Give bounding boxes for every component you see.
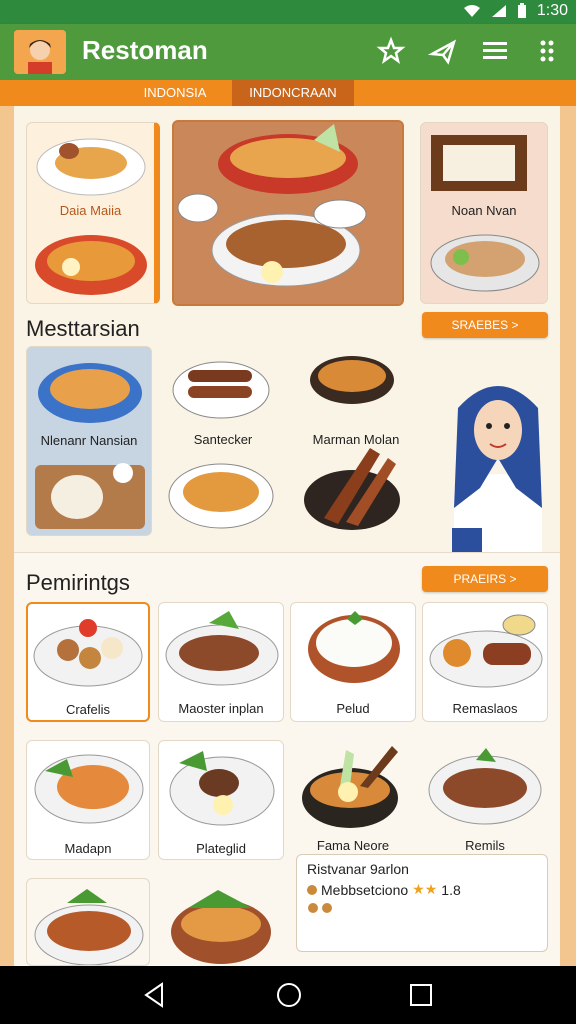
dish-label: Pelud: [336, 701, 370, 716]
signal-icon: [491, 5, 506, 17]
dish-label: Crafelis: [65, 702, 111, 717]
star-rating-icon: ★★: [412, 881, 438, 897]
tab-indoncraan[interactable]: INDONCRAAN: [232, 80, 354, 106]
food-illustration: [165, 611, 279, 686]
food-illustration: [428, 748, 542, 825]
dish-label: Nlenanr Nansian: [40, 433, 138, 448]
recents-icon[interactable]: [406, 980, 436, 1010]
dish-label: Plateglid: [196, 841, 246, 856]
dish-card[interactable]: Plateglid: [158, 740, 284, 860]
food-illustration: [34, 889, 144, 965]
food-icon: [307, 884, 317, 895]
food-illustration: [174, 122, 402, 304]
food-illustration: [169, 751, 275, 826]
dish-card[interactable]: Madapn: [26, 740, 150, 860]
review-card[interactable]: Ristvanar 9arlon Mebbsetciono ★★ 1.8: [296, 854, 548, 952]
dish-label: Marman Molan: [312, 432, 400, 447]
dish-label: Madapn: [64, 841, 112, 856]
dish-label: Fama Neore: [316, 838, 390, 852]
waitress-illustration: [452, 386, 542, 554]
featured-card[interactable]: Noan Nvan: [420, 122, 548, 304]
food-icon: [307, 901, 335, 920]
plane-icon[interactable]: [427, 36, 458, 66]
section-more-button[interactable]: PRAEIRS >: [422, 566, 548, 592]
dish-card[interactable]: Maoster inplan: [158, 602, 284, 722]
featured-card[interactable]: Daia Maiia: [26, 122, 160, 304]
tab-bar: INDONSIA INDONCRAAN: [0, 80, 576, 106]
food-illustration: [302, 746, 398, 828]
back-icon[interactable]: [140, 980, 170, 1010]
dish-label: Remils: [465, 838, 505, 852]
dish-card[interactable]: Pelud: [290, 602, 416, 722]
star-icon[interactable]: [376, 36, 406, 66]
dish-card[interactable]: [26, 878, 150, 966]
section-title: Mesttarsian: [26, 316, 140, 341]
status-time: 1:30: [536, 2, 568, 19]
navigation-bar: [0, 966, 576, 1024]
avatar[interactable]: [14, 30, 66, 74]
review-title: Ristvanar 9arlon: [307, 861, 409, 877]
more-icon[interactable]: [532, 36, 562, 66]
dish-card[interactable]: Santecker: [164, 346, 282, 536]
dish-card[interactable]: Crafelis: [26, 602, 150, 722]
dish-card[interactable]: Marman Molan: [296, 346, 416, 536]
dish-card[interactable]: Fama Neore: [290, 740, 416, 852]
food-illustration: [33, 619, 143, 687]
section-title: Pemirintgs: [26, 570, 130, 595]
food-illustration: [34, 754, 144, 824]
content-panel: Daia Maiia Noan Nvan Mesttarsian SRAEBES…: [14, 106, 560, 967]
featured-card-main[interactable]: [172, 120, 404, 306]
dish-label: Santecker: [193, 432, 253, 447]
menu-lines-icon[interactable]: [480, 36, 510, 66]
dish-card[interactable]: Remaslaos: [422, 602, 548, 722]
food-illustration: [171, 890, 271, 964]
dish-card[interactable]: [158, 878, 284, 966]
food-illustration: [429, 614, 543, 688]
review-name: Mebbsetciono: [321, 881, 409, 898]
dish-label: Maoster inplan: [178, 701, 264, 716]
home-icon[interactable]: [274, 980, 304, 1010]
dish-label: Remaslaos: [452, 701, 518, 716]
section-more-button[interactable]: SRAEBES >: [422, 312, 548, 338]
dish-card[interactable]: Nlenanr Nansian: [26, 346, 152, 536]
status-bar: 1:30: [0, 0, 576, 24]
app-bar: Restoman: [0, 24, 576, 80]
app-title: Restoman: [82, 35, 208, 65]
wifi-icon: [463, 5, 480, 17]
dish-card[interactable]: Remils: [422, 740, 548, 852]
tab-indonsia[interactable]: INDONSIA: [118, 80, 232, 106]
featured-label: Daia Maiia: [59, 203, 122, 218]
review-rating: 1.8: [441, 881, 461, 898]
food-illustration: [308, 611, 400, 683]
featured-label: Noan Nvan: [451, 203, 517, 218]
battery-icon: [517, 3, 526, 18]
